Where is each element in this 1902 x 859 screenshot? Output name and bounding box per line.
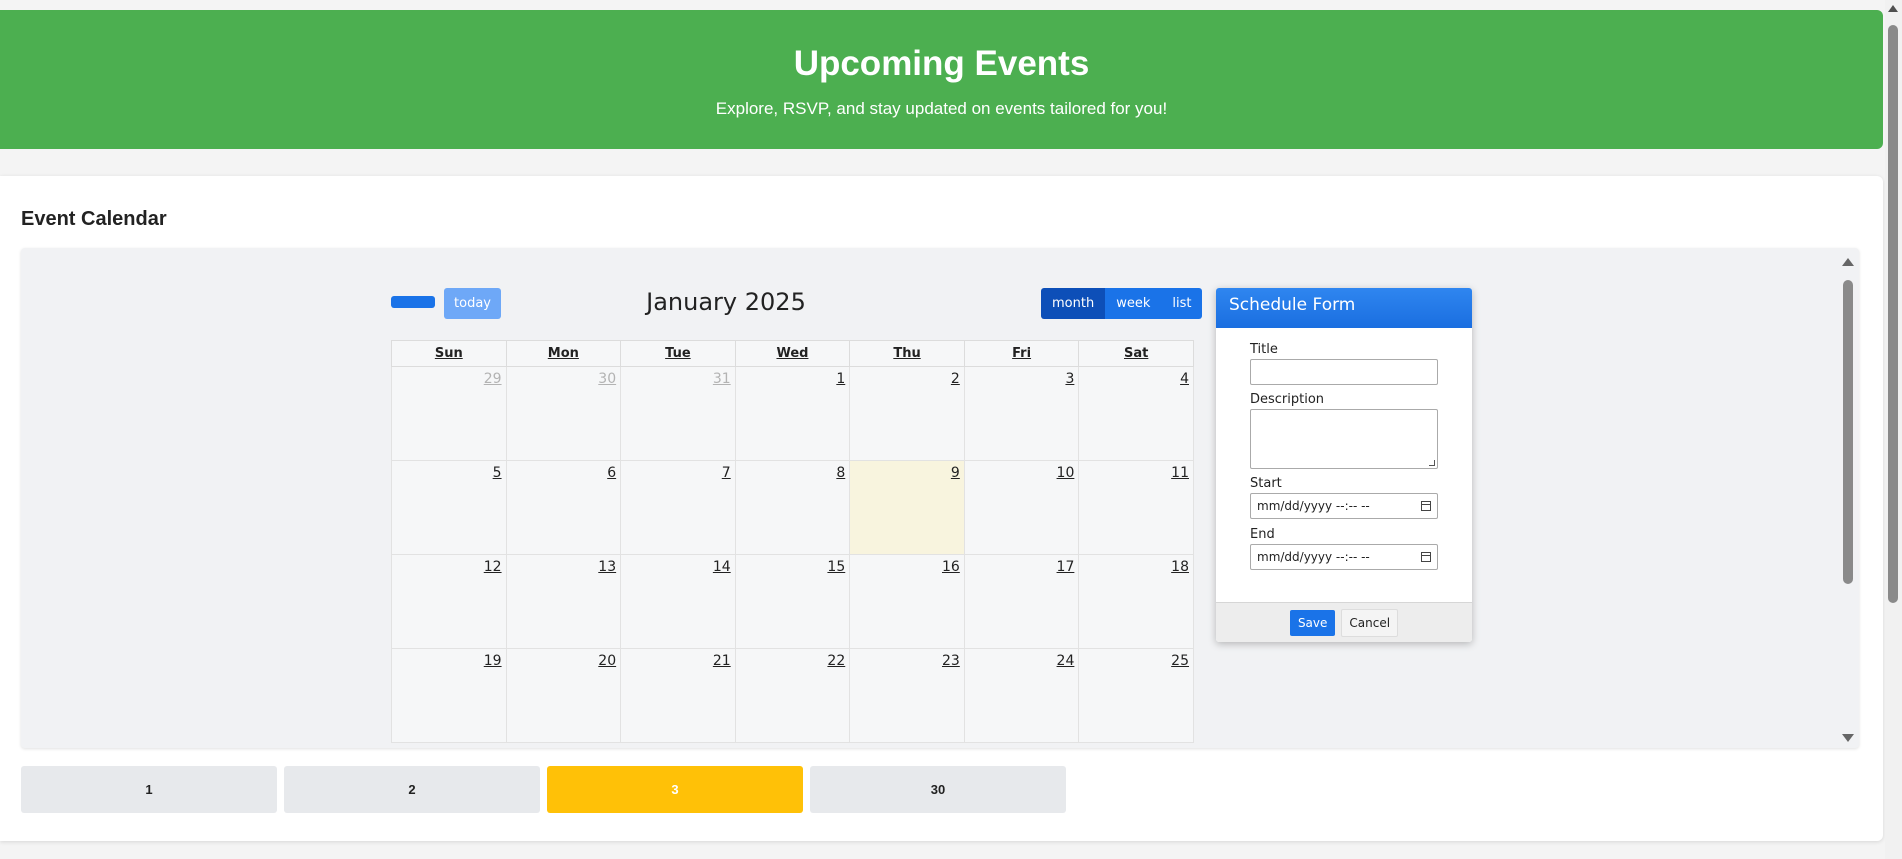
day-cell[interactable]: 15 [734,554,851,649]
today-button[interactable]: today [444,288,501,319]
title-input[interactable] [1250,359,1438,385]
scroll-thumb[interactable] [1888,25,1898,603]
day-cell[interactable]: 12 [391,554,507,649]
view-week-button[interactable]: week [1105,288,1162,319]
start-label: Start [1250,476,1282,491]
day-cell[interactable]: 29 [391,366,507,461]
day-cell[interactable]: 30 [505,366,622,461]
prev-button[interactable] [391,296,435,308]
day-cell-today[interactable]: 9 [849,460,965,555]
day-cell[interactable]: 20 [505,648,622,743]
schedule-form: Schedule Form Title Description Start mm… [1216,288,1472,642]
page-title: Upcoming Events [793,44,1090,83]
schedule-form-title: Schedule Form [1216,288,1472,328]
view-switcher: month week list [1041,288,1203,319]
page-button[interactable]: 30 [810,766,1066,813]
weekday-header: Fri [963,340,1080,367]
calendar-panel: Event Calendar today January 2025 month … [0,176,1883,841]
hero-banner: Upcoming Events Explore, RSVP, and stay … [0,10,1883,149]
day-cell[interactable]: 2 [849,366,965,461]
calendar-picker-icon[interactable] [1421,501,1431,511]
day-cell[interactable]: 14 [620,554,736,649]
day-cell[interactable]: 10 [963,460,1080,555]
weekday-header: Sat [1078,340,1194,367]
description-textarea[interactable] [1250,409,1438,469]
end-label: End [1250,527,1275,542]
day-cell[interactable]: 8 [734,460,851,555]
page-button[interactable]: 2 [284,766,540,813]
end-placeholder: mm/dd/yyyy --:-- -- [1257,550,1370,564]
resize-handle-icon[interactable] [1429,460,1435,466]
day-cell[interactable]: 16 [849,554,965,649]
day-cell[interactable]: 5 [391,460,507,555]
day-cell[interactable]: 4 [1078,366,1194,461]
cancel-button[interactable]: Cancel [1341,608,1399,637]
day-cell[interactable]: 18 [1078,554,1194,649]
view-list-button[interactable]: list [1161,288,1203,319]
calendar-title: January 2025 [646,288,806,316]
day-cell[interactable]: 1 [734,366,851,461]
day-cell[interactable]: 24 [963,648,1080,743]
end-datetime-input[interactable]: mm/dd/yyyy --:-- -- [1250,544,1438,570]
weekday-header: Thu [849,340,965,367]
page-scrollbar[interactable] [1885,0,1902,859]
weekday-header: Mon [505,340,622,367]
page-button[interactable]: 1 [21,766,277,813]
day-cell[interactable]: 19 [391,648,507,743]
weekday-header: Sun [391,340,507,367]
scroll-up-icon[interactable] [1888,5,1898,12]
day-cell[interactable]: 23 [849,648,965,743]
description-label: Description [1250,392,1325,407]
day-cell[interactable]: 3 [963,366,1080,461]
calendar-scrollbar[interactable] [1841,256,1855,744]
start-datetime-input[interactable]: mm/dd/yyyy --:-- -- [1250,493,1438,519]
scroll-up-icon[interactable] [1842,258,1854,266]
page-subtitle: Explore, RSVP, and stay updated on event… [715,99,1168,118]
pagination: 1 2 3 30 [21,766,1066,813]
start-placeholder: mm/dd/yyyy --:-- -- [1257,499,1370,513]
day-cell[interactable]: 22 [734,648,851,743]
month-grid: Sun Mon Tue Wed Thu Fri Sat 29 30 31 1 2… [391,340,1194,743]
day-cell[interactable]: 21 [620,648,736,743]
day-cell[interactable]: 13 [505,554,622,649]
day-cell[interactable]: 11 [1078,460,1194,555]
form-footer: Save Cancel [1216,602,1472,642]
day-cell[interactable]: 17 [963,554,1080,649]
view-month-button[interactable]: month [1041,288,1106,319]
calendar-container: today January 2025 month week list Sun M… [21,248,1859,748]
save-button[interactable]: Save [1289,609,1336,636]
title-label: Title [1250,342,1278,357]
scroll-down-icon[interactable] [1842,734,1854,742]
calendar-picker-icon[interactable] [1421,552,1431,562]
weekday-header: Tue [620,340,736,367]
scroll-thumb[interactable] [1843,280,1853,584]
day-cell[interactable]: 25 [1078,648,1194,743]
weekday-header: Wed [734,340,851,367]
section-heading: Event Calendar [21,208,167,230]
day-cell[interactable]: 6 [505,460,622,555]
page-button-active[interactable]: 3 [547,766,803,813]
day-cell[interactable]: 7 [620,460,736,555]
day-cell[interactable]: 31 [620,366,736,461]
